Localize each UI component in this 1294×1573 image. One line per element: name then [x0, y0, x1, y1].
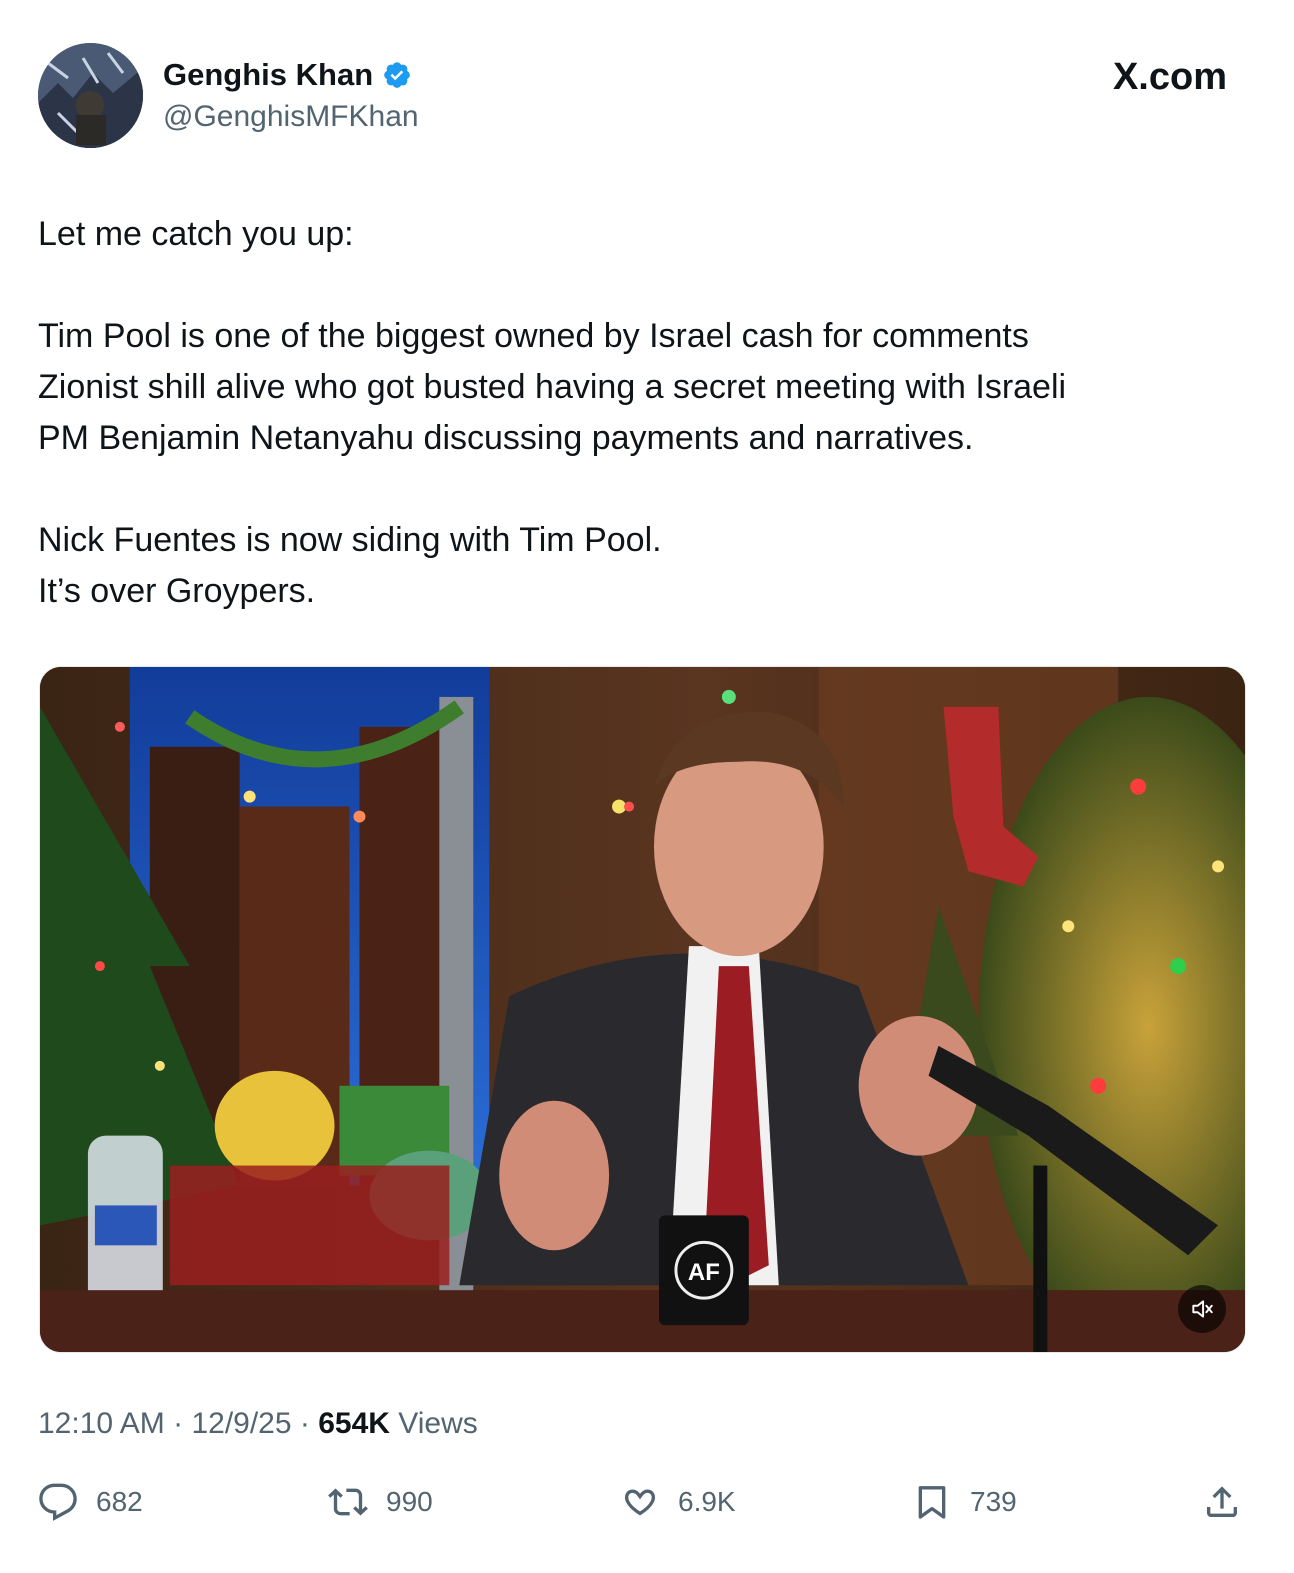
reply-button[interactable]: 682	[38, 1478, 143, 1526]
reply-icon	[39, 1483, 77, 1521]
share-button[interactable]	[1202, 1478, 1242, 1526]
tweet-meta: 12:10 AM · 12/9/25 · 654K Views	[38, 1404, 478, 1444]
heart-icon	[625, 1489, 655, 1516]
tweet-date[interactable]: 12/9/25	[191, 1407, 291, 1440]
meta-separator: ·	[173, 1407, 184, 1440]
tweet-time[interactable]: 12:10 AM	[38, 1407, 165, 1440]
video-player[interactable]: AF	[39, 666, 1246, 1353]
views-count: 654K	[318, 1407, 390, 1440]
x-com-logo: X.com	[1112, 56, 1227, 98]
bookmark-icon	[918, 1486, 946, 1519]
tweet-paragraph: Nick Fuentes is now siding with Tim Pool…	[38, 521, 662, 610]
author-handle[interactable]: @GenghisMFKhan	[163, 98, 419, 136]
repost-button[interactable]: 990	[328, 1478, 433, 1526]
views-label: Views	[398, 1407, 478, 1440]
bookmark-count: 739	[970, 1486, 1017, 1517]
speaker-muted-icon	[1192, 1300, 1213, 1318]
avatar[interactable]	[38, 43, 143, 148]
video-frame: AF	[40, 667, 1245, 1352]
action-bar: 682 990 6.9K 739	[38, 1478, 1248, 1526]
tweet-text: Let me catch you up: Tim Pool is one of …	[38, 209, 1238, 617]
like-count: 6.9K	[678, 1486, 736, 1517]
mug-logo: AF	[688, 1259, 720, 1286]
tweet-paragraph: Tim Pool is one of the biggest owned by …	[38, 317, 1067, 457]
mute-button[interactable]	[1178, 1285, 1226, 1333]
reply-count: 682	[96, 1486, 143, 1517]
like-button[interactable]: 6.9K	[620, 1478, 736, 1526]
repost-count: 990	[386, 1486, 433, 1517]
share-icon	[1207, 1486, 1237, 1517]
display-name-text: Genghis Khan	[163, 57, 374, 92]
meta-separator: ·	[299, 1407, 310, 1440]
tweet-paragraph: Let me catch you up:	[38, 215, 354, 253]
author-display-name[interactable]: Genghis Khan	[163, 56, 412, 94]
bookmark-button[interactable]: 739	[912, 1478, 1017, 1526]
profile-avatar-image	[38, 43, 143, 148]
repost-icon	[328, 1488, 368, 1516]
verified-badge-icon	[382, 60, 412, 90]
